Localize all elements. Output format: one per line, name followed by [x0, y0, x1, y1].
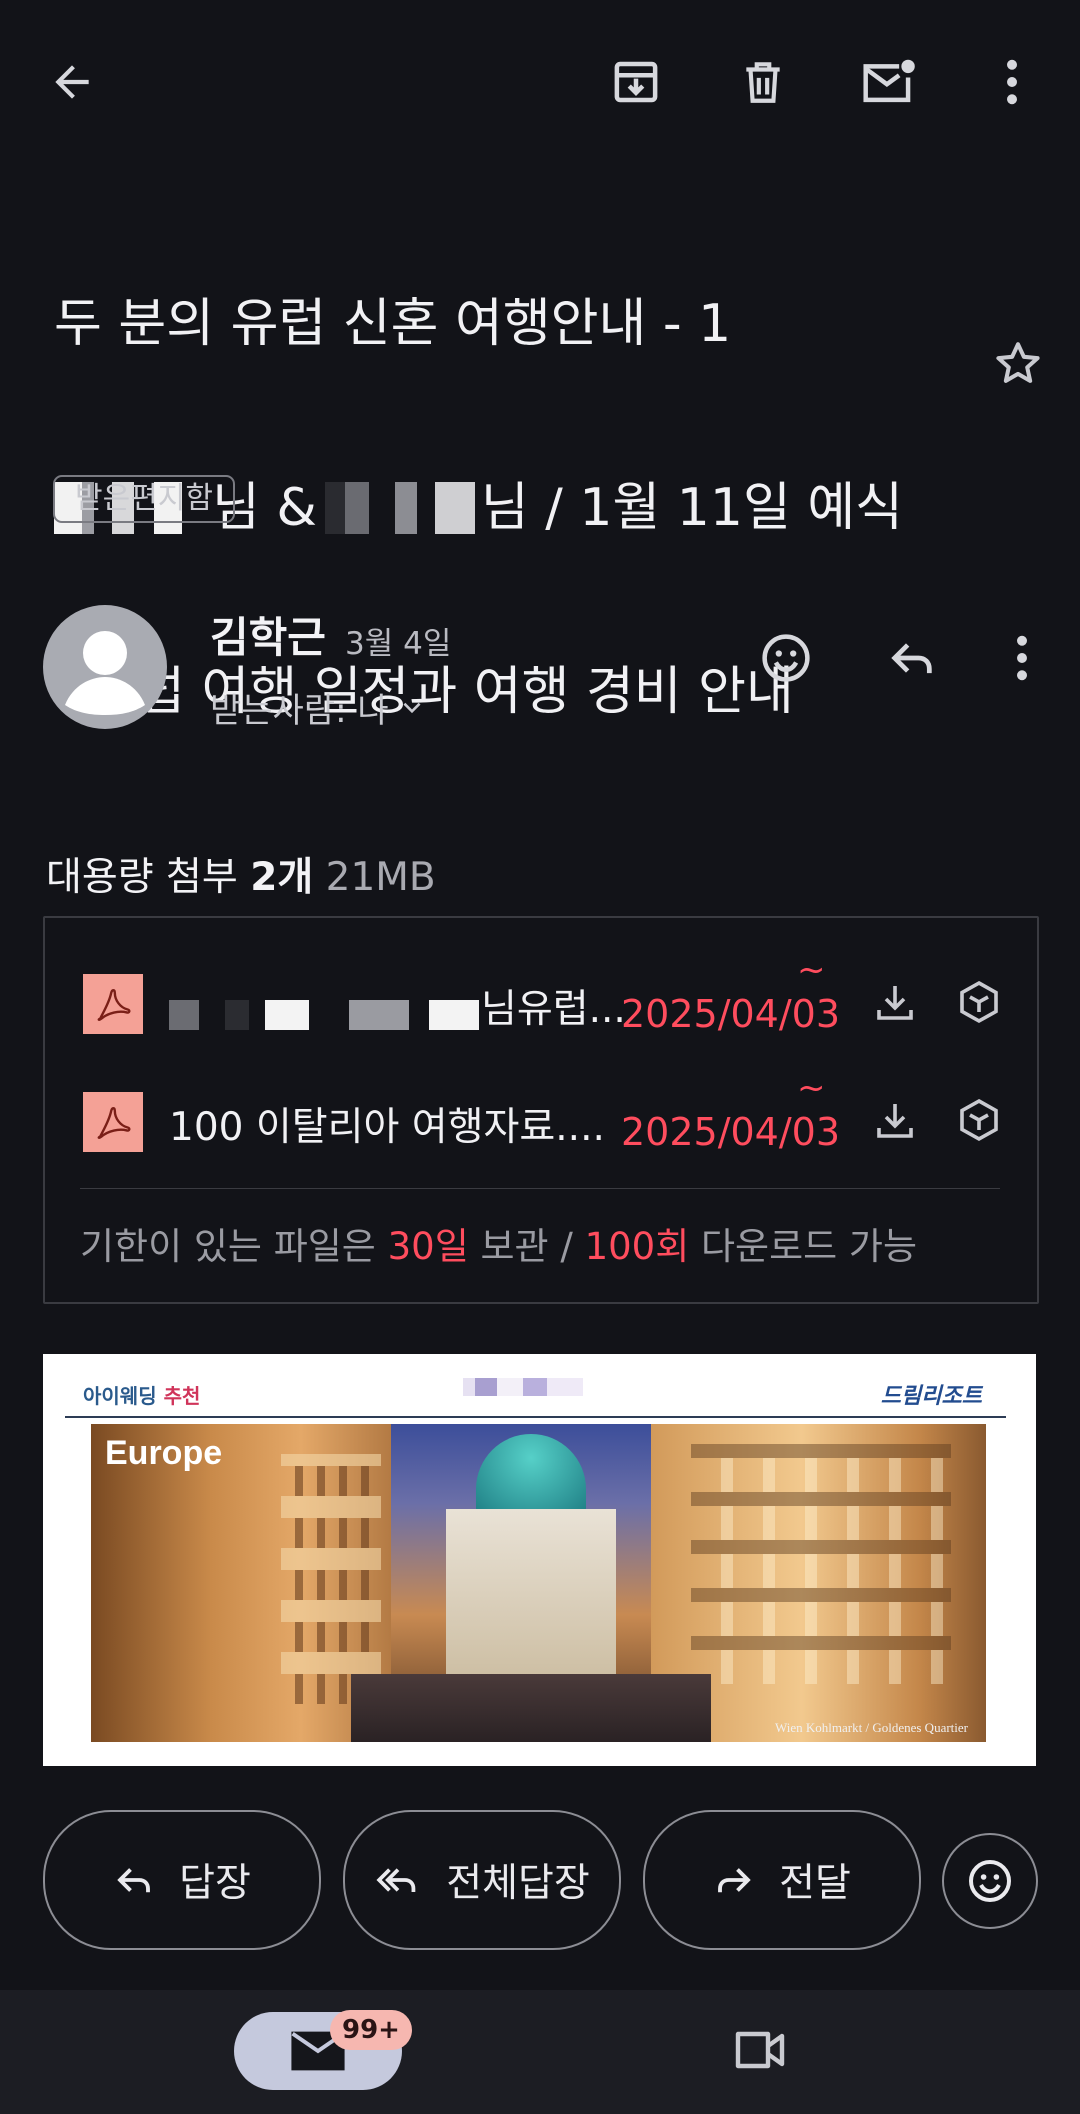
archive-icon: [614, 61, 658, 103]
person-icon: [65, 631, 145, 715]
dream-resort-logo: 드림리조트: [880, 1384, 982, 1409]
more-vert-icon: [1017, 635, 1027, 681]
more-options-button[interactable]: [970, 40, 1054, 124]
forward-label: 전달: [779, 1861, 851, 1906]
recipient-toggle[interactable]: 받는사람: 나: [210, 683, 425, 732]
mark-unread-button[interactable]: [846, 40, 930, 124]
emoji-react-button[interactable]: [942, 1833, 1038, 1929]
attachments-panel: 님유럽... ~ 2025/04/03 100 이탈리아 여행자료.... ~ …: [43, 916, 1039, 1304]
unread-badge: 99+: [330, 2010, 412, 2050]
iwedding-logo: 아이웨딩 추천: [83, 1384, 201, 1408]
reply-icon-button[interactable]: [870, 616, 954, 700]
hero-title: Europe: [105, 1434, 223, 1472]
reply-icon: [891, 643, 932, 674]
europe-hero-photo: Europe Wien Kohlmarkt / Goldenes Quartie…: [91, 1424, 986, 1742]
recipient-text: 받는사람: 나: [210, 691, 389, 731]
attachment-item[interactable]: 100 이탈리아 여행자료.... ~ 2025/04/03: [45, 1068, 1037, 1178]
reply-all-button[interactable]: 전체답장: [343, 1810, 621, 1950]
reply-all-icon: [376, 1868, 416, 1892]
palace-dome: [476, 1434, 586, 1514]
pdf-file-icon: [83, 974, 143, 1034]
reply-all-label: 전체답장: [446, 1861, 590, 1906]
download-icon[interactable]: [871, 978, 919, 1026]
attachments-heading: 대용량 첨부 2개 21MB: [46, 855, 436, 900]
more-vert-icon: [1007, 59, 1017, 105]
inbox-label-chip[interactable]: 받은편지함: [53, 475, 235, 523]
forward-button[interactable]: 전달: [643, 1810, 921, 1950]
arrow-back-icon: [55, 65, 89, 99]
download-icon[interactable]: [871, 1096, 919, 1144]
sent-date: 3월 4일: [345, 626, 452, 662]
sender-avatar[interactable]: [43, 605, 167, 729]
attachment-item[interactable]: 님유럽... ~ 2025/04/03: [45, 950, 1037, 1060]
archive-button[interactable]: [594, 40, 678, 124]
attachment-name: 님유럽...: [481, 987, 626, 1032]
delete-icon: [746, 62, 780, 103]
reply-button[interactable]: 답장: [43, 1810, 321, 1950]
save-to-drive-icon[interactable]: [955, 978, 1003, 1026]
attachments-divider: [80, 1188, 1000, 1189]
redacted-name-2: [324, 482, 475, 534]
header-rule: [65, 1416, 1006, 1418]
attachment-expiry: 2025/04/03: [621, 992, 841, 1036]
mark-unread-icon: [863, 59, 915, 103]
subject-line-1: 두 분의 유럽 신혼 여행안내 - 1: [54, 294, 732, 354]
pdf-file-icon: [83, 1092, 143, 1152]
expiry-tilde: ~: [797, 1068, 826, 1108]
emoji-icon: [762, 634, 810, 682]
sender-name: 김학근: [210, 613, 326, 662]
forward-icon: [718, 1868, 751, 1893]
chevron-down-icon: [403, 702, 421, 713]
right-windows: [691, 1444, 951, 1684]
bottom-navigation: 99+: [0, 1990, 1080, 2114]
redacted-filename: [169, 1000, 479, 1030]
expiry-tilde: ~: [797, 950, 826, 990]
reply-icon: [117, 1868, 151, 1893]
email-body-image[interactable]: 아이웨딩 추천 드림리조트 Europe Wien Kohlmarkt / Go…: [43, 1354, 1036, 1766]
delete-button[interactable]: [721, 40, 805, 124]
video-icon[interactable]: [732, 2026, 788, 2074]
star-outline-icon: [996, 342, 1040, 383]
attachment-expiry: 2025/04/03: [621, 1110, 841, 1154]
street: [351, 1674, 711, 1742]
reply-label: 답장: [179, 1861, 251, 1906]
save-to-drive-icon[interactable]: [955, 1096, 1003, 1144]
attachment-name: 100 이탈리아 여행자료....: [169, 1105, 605, 1150]
message-more-button[interactable]: [980, 616, 1064, 700]
back-button[interactable]: [30, 40, 114, 124]
photo-caption: Wien Kohlmarkt / Goldenes Quartier: [775, 1720, 968, 1735]
emoji-icon: [969, 1860, 1011, 1902]
emoji-reaction-button[interactable]: [744, 616, 828, 700]
retention-note: 기한이 있는 파일은 30일 보관 / 100회 다운로드 가능: [80, 1225, 918, 1268]
star-button[interactable]: [974, 320, 1062, 408]
redacted-header-text: [463, 1378, 583, 1396]
left-windows: [281, 1454, 381, 1704]
